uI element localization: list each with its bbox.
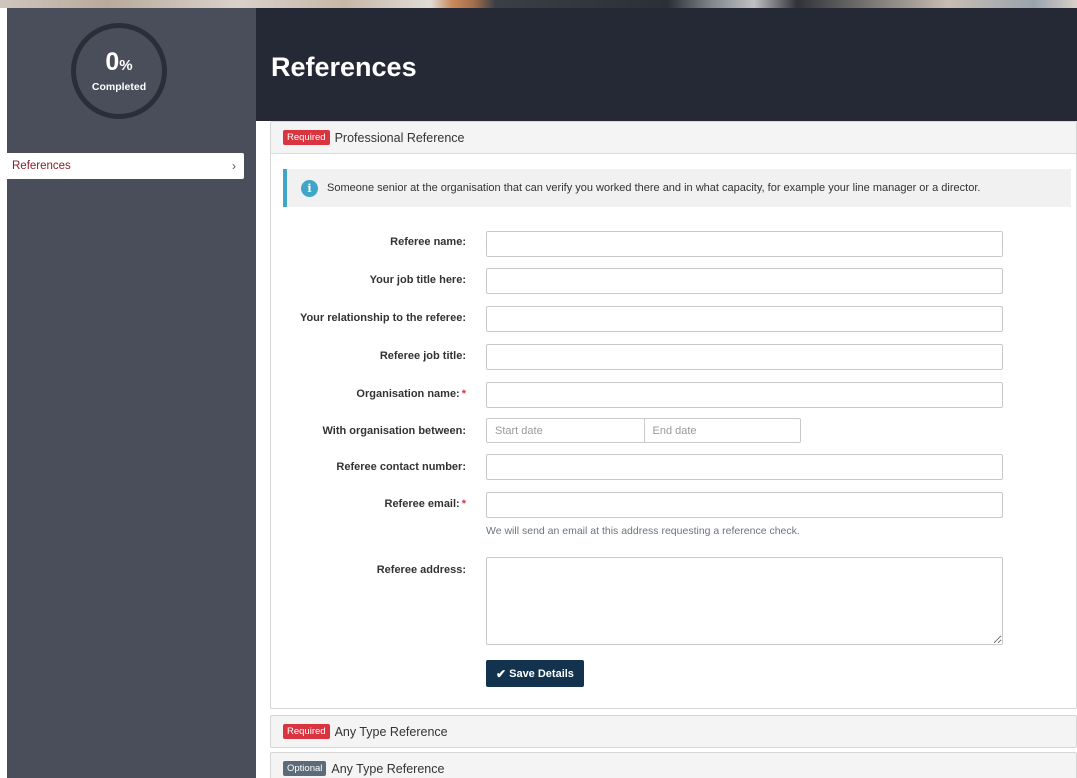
referee-email-input[interactable] xyxy=(486,492,1003,518)
referee-email-label-text: Referee email: xyxy=(384,498,460,510)
relationship-input[interactable] xyxy=(486,306,1003,332)
referee-address-textarea[interactable] xyxy=(486,557,1003,645)
page-title: References xyxy=(271,52,417,82)
page-header: References xyxy=(256,8,1077,121)
organisation-name-label: Organisation name: * xyxy=(271,388,466,400)
optional-badge: Optional xyxy=(283,761,327,776)
required-badge: Required xyxy=(283,130,330,145)
referee-email-label: Referee email: * xyxy=(271,498,467,510)
save-details-button[interactable]: ✔ Save Details xyxy=(486,660,584,687)
sidebar: 0% Completed References › xyxy=(7,8,256,778)
relationship-label: Your relationship to the referee: xyxy=(299,312,466,324)
progress-value: 0% xyxy=(105,49,132,79)
progress-number: 0 xyxy=(105,48,120,76)
any-type-reference-optional-card[interactable]: Optional Any Type Reference xyxy=(270,752,1077,778)
referee-address-label: Referee address: xyxy=(376,564,466,576)
card-title: Any Type Reference xyxy=(334,724,448,739)
chevron-right-icon: › xyxy=(232,159,236,173)
job-title-input[interactable] xyxy=(486,268,1003,294)
required-badge: Required xyxy=(283,724,330,739)
referee-name-input[interactable] xyxy=(486,231,1003,257)
progress-label: Completed xyxy=(91,81,147,93)
card-header[interactable]: Required Professional Reference xyxy=(271,122,1076,154)
organisation-name-label-text: Organisation name: xyxy=(356,388,460,400)
any-type-reference-required-card[interactable]: Required Any Type Reference xyxy=(270,715,1077,748)
contact-number-input[interactable] xyxy=(486,454,1003,480)
required-asterisk: * xyxy=(461,498,466,510)
left-edge xyxy=(0,8,7,778)
progress-unit: % xyxy=(119,57,133,74)
contact-number-label: Referee contact number: xyxy=(336,461,466,473)
referee-job-title-label: Referee job title: xyxy=(379,350,466,362)
organisation-between-label: With organisation between: xyxy=(322,425,466,437)
professional-reference-card: Required Professional Reference i Someon… xyxy=(270,121,1077,709)
referee-name-label: Referee name: xyxy=(390,236,466,248)
info-icon: i xyxy=(301,179,318,197)
date-range xyxy=(486,418,801,443)
start-date-input[interactable] xyxy=(487,419,644,442)
save-details-label: Save Details xyxy=(509,667,574,680)
sidebar-item-label: References xyxy=(12,160,71,172)
job-title-label: Your job title here: xyxy=(369,274,466,286)
card-title: Professional Reference xyxy=(334,130,465,145)
end-date-input[interactable] xyxy=(643,419,800,442)
card-title: Any Type Reference xyxy=(331,761,445,776)
progress-ring: 0% Completed xyxy=(71,23,167,119)
organisation-name-input[interactable] xyxy=(486,382,1003,408)
referee-job-title-input[interactable] xyxy=(486,344,1003,370)
required-asterisk: * xyxy=(461,388,466,400)
check-icon: ✔ xyxy=(496,666,507,681)
info-text: Someone senior at the organisation that … xyxy=(327,182,981,194)
info-box: i Someone senior at the organisation tha… xyxy=(283,169,1071,207)
sidebar-item-references[interactable]: References › xyxy=(7,153,244,179)
top-banner-image xyxy=(0,0,1077,8)
email-help-text: We will send an email at this address re… xyxy=(486,525,800,537)
